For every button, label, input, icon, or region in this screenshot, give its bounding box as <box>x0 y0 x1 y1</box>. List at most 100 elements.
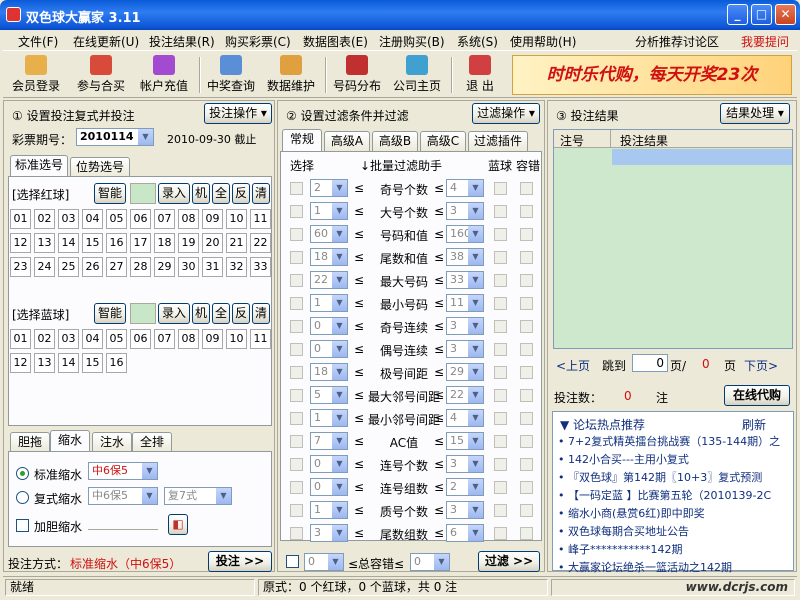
total-hi-select[interactable]: 0 ▼ <box>410 553 450 571</box>
filter-row-tolerance-checkbox[interactable] <box>520 389 533 402</box>
filter-row-checkbox[interactable] <box>290 481 303 494</box>
menu-ask[interactable]: 我要提问 <box>741 33 789 50</box>
red-ball-22[interactable]: 22 <box>250 233 271 253</box>
red-ball-32[interactable]: 32 <box>226 257 247 277</box>
filter-row-tolerance-checkbox[interactable] <box>520 481 533 494</box>
random-blue-button[interactable]: 机 <box>192 303 210 324</box>
blue-ball-13[interactable]: 13 <box>34 353 55 373</box>
distribution-button[interactable]: 号码分布 <box>329 53 385 97</box>
red-ball-13[interactable]: 13 <box>34 233 55 253</box>
red-ball-12[interactable]: 12 <box>10 233 31 253</box>
red-ball-19[interactable]: 19 <box>178 233 199 253</box>
filter-row-hi-select[interactable]: 38 ▼ <box>446 248 484 266</box>
red-ball-03[interactable]: 03 <box>58 209 79 229</box>
filter-row-tolerance-checkbox[interactable] <box>520 228 533 241</box>
filter-row-lo-select[interactable]: 18 ▼ <box>310 363 348 381</box>
filter-row-hi-select[interactable]: 3 ▼ <box>446 317 484 335</box>
menu-result[interactable]: 投注结果(R) <box>149 33 215 50</box>
filter-row-tolerance-checkbox[interactable] <box>520 412 533 425</box>
filter-row-blue-checkbox[interactable] <box>494 527 507 540</box>
tab-shrink[interactable]: 缩水 <box>50 430 90 452</box>
filter-row-lo-select[interactable]: 2 ▼ <box>310 179 348 197</box>
data-maint-button[interactable]: 数据维护 <box>263 53 319 97</box>
red-ball-29[interactable]: 29 <box>154 257 175 277</box>
red-ball-28[interactable]: 28 <box>130 257 151 277</box>
filter-row-hi-select[interactable]: 6 ▼ <box>446 524 484 542</box>
menu-file[interactable]: 文件(F) <box>18 33 58 50</box>
filter-row-checkbox[interactable] <box>290 205 303 218</box>
news-item[interactable]: • 『双色球』第142期〖10+3〗复式预测 <box>558 469 790 485</box>
minimize-button[interactable]: _ <box>727 4 748 25</box>
tab-permutation[interactable]: 全排 <box>132 432 172 452</box>
filter-row-tolerance-checkbox[interactable] <box>520 320 533 333</box>
filter-row-blue-checkbox[interactable] <box>494 274 507 287</box>
filter-row-blue-checkbox[interactable] <box>494 205 507 218</box>
filter-row-hi-select[interactable]: 33 ▼ <box>446 271 484 289</box>
filter-row-hi-select[interactable]: 3 ▼ <box>446 340 484 358</box>
blue-ball-01[interactable]: 01 <box>10 329 31 349</box>
invert-red-button[interactable]: 反 <box>232 183 250 204</box>
blue-ball-08[interactable]: 08 <box>178 329 199 349</box>
filter-row-blue-checkbox[interactable] <box>494 504 507 517</box>
compound-shrink-radio[interactable] <box>16 491 29 504</box>
input-blue-button[interactable]: 录入 <box>158 303 190 324</box>
filter-row-blue-checkbox[interactable] <box>494 458 507 471</box>
news-item[interactable]: • 双色球每期合买地址公告 <box>558 523 790 539</box>
red-ball-06[interactable]: 06 <box>130 209 151 229</box>
blue-ball-05[interactable]: 05 <box>106 329 127 349</box>
blue-ball-14[interactable]: 14 <box>58 353 79 373</box>
tab-advanced-b[interactable]: 高级B <box>372 131 418 151</box>
tab-general[interactable]: 常规 <box>282 129 322 151</box>
red-ball-27[interactable]: 27 <box>106 257 127 277</box>
maximize-button[interactable]: □ <box>751 4 772 25</box>
red-ball-24[interactable]: 24 <box>34 257 55 277</box>
filter-row-hi-select[interactable]: 4 ▼ <box>446 409 484 427</box>
filter-row-checkbox[interactable] <box>290 343 303 356</box>
filter-row-lo-select[interactable]: 0 ▼ <box>310 340 348 358</box>
filter-row-checkbox[interactable] <box>290 182 303 195</box>
filter-row-checkbox[interactable] <box>290 435 303 448</box>
red-ball-15[interactable]: 15 <box>82 233 103 253</box>
filter-row-tolerance-checkbox[interactable] <box>520 343 533 356</box>
bet-button[interactable]: 投注 >> <box>208 551 272 572</box>
filter-row-lo-select[interactable]: 0 ▼ <box>310 455 348 473</box>
filter-row-tolerance-checkbox[interactable] <box>520 297 533 310</box>
filter-row-hi-select[interactable]: 29 ▼ <box>446 363 484 381</box>
input-red-button[interactable]: 录入 <box>158 183 190 204</box>
news-item[interactable]: • 142小合买---主用小复式 <box>558 451 790 467</box>
filter-row-blue-checkbox[interactable] <box>494 297 507 310</box>
blue-ball-03[interactable]: 03 <box>58 329 79 349</box>
all-red-button[interactable]: 全 <box>212 183 230 204</box>
blue-ball-04[interactable]: 04 <box>82 329 103 349</box>
filter-row-hi-select[interactable]: 15 ▼ <box>446 432 484 450</box>
recharge-button[interactable]: 帐户充值 <box>136 53 192 97</box>
result-operation-dropdown[interactable]: 结果处理 ▾ <box>720 103 790 124</box>
close-button[interactable]: ✕ <box>775 4 796 25</box>
filter-row-checkbox[interactable] <box>290 274 303 287</box>
prev-page-link[interactable]: <上页 <box>556 357 590 374</box>
filter-row-checkbox[interactable] <box>290 458 303 471</box>
all-blue-button[interactable]: 全 <box>212 303 230 324</box>
filter-row-hi-select[interactable]: 2 ▼ <box>446 478 484 496</box>
red-ball-05[interactable]: 05 <box>106 209 127 229</box>
red-ball-14[interactable]: 14 <box>58 233 79 253</box>
filter-row-checkbox[interactable] <box>290 366 303 379</box>
blue-ball-02[interactable]: 02 <box>34 329 55 349</box>
filter-row-checkbox[interactable] <box>290 228 303 241</box>
filter-row-tolerance-checkbox[interactable] <box>520 435 533 448</box>
invert-blue-button[interactable]: 反 <box>232 303 250 324</box>
next-page-link[interactable]: 下页> <box>744 357 778 374</box>
joint-buy-button[interactable]: 参与合买 <box>73 53 129 97</box>
tab-standard[interactable]: 标准选号 <box>10 155 68 177</box>
banker-pick-button[interactable]: ◧ <box>168 514 188 535</box>
refresh-link[interactable]: 刷新 <box>742 416 766 433</box>
filter-row-lo-select[interactable]: 0 ▼ <box>310 478 348 496</box>
filter-row-blue-checkbox[interactable] <box>494 182 507 195</box>
filter-row-tolerance-checkbox[interactable] <box>520 527 533 540</box>
filter-row-tolerance-checkbox[interactable] <box>520 182 533 195</box>
news-item[interactable]: • 缩水小商(悬赏6红)即中即奖 <box>558 505 790 521</box>
filter-row-lo-select[interactable]: 1 ▼ <box>310 409 348 427</box>
filter-row-tolerance-checkbox[interactable] <box>520 366 533 379</box>
tab-position[interactable]: 位势选号 <box>70 157 130 177</box>
filter-row-checkbox[interactable] <box>290 320 303 333</box>
